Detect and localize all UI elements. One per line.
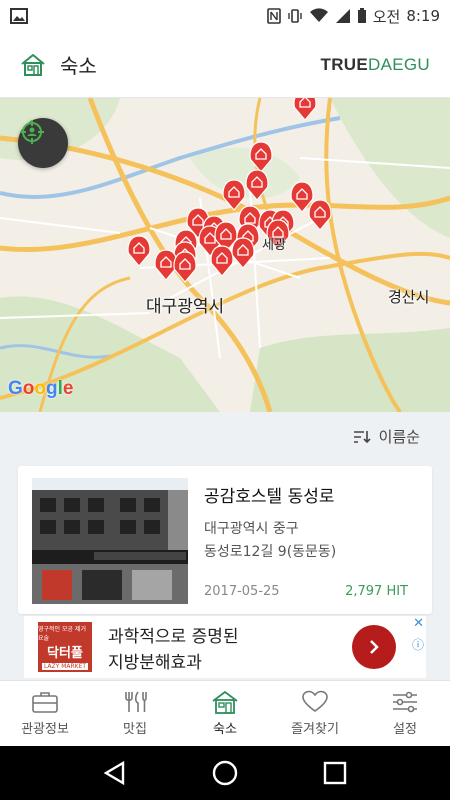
fork-knife-icon bbox=[125, 691, 147, 712]
nav-label: 관광정보 bbox=[21, 722, 69, 737]
map-marker[interactable] bbox=[245, 169, 269, 201]
status-ampm: 오전 bbox=[372, 7, 401, 26]
map-label-gyeongsan: 경산시 bbox=[388, 288, 430, 306]
google-letter: o bbox=[22, 378, 35, 399]
status-bar: 오전 8:19 bbox=[0, 0, 450, 32]
google-logo: Google bbox=[8, 378, 73, 400]
battery-icon bbox=[357, 8, 366, 23]
ad-open-button[interactable] bbox=[352, 625, 396, 669]
bottom-nav: 관광정보 맛집 숙소 즐겨찾기 설정 bbox=[0, 680, 450, 746]
ad-close-icon[interactable]: ✕ bbox=[413, 616, 424, 631]
listing-card[interactable]: 공감호스텔 동성로 대구광역시 중구 동성로12길 9(동문동) 2017-05… bbox=[18, 466, 432, 614]
listing-title: 공감호스텔 동성로 bbox=[204, 487, 335, 507]
nfc-icon bbox=[266, 8, 281, 24]
listing-thumbnail bbox=[32, 478, 188, 604]
ad-line1: 과학적으로 증명된 bbox=[108, 627, 239, 647]
map-marker[interactable] bbox=[308, 199, 332, 231]
listing-hits: 2,797 HIT bbox=[345, 584, 408, 599]
listing-address-line1: 대구광역시 중구 bbox=[204, 521, 299, 537]
sort-control[interactable]: 이름순 bbox=[353, 426, 420, 447]
recents-icon[interactable] bbox=[322, 760, 348, 786]
nav-item-tourism[interactable]: 관광정보 bbox=[0, 681, 90, 746]
sort-icon bbox=[353, 430, 371, 443]
map-marker[interactable] bbox=[127, 235, 151, 267]
app-bar: 숙소 TRUEDAEGU bbox=[0, 32, 450, 98]
nav-item-settings[interactable]: 설정 bbox=[360, 681, 450, 746]
map-marker[interactable] bbox=[231, 237, 255, 269]
map-marker[interactable] bbox=[210, 245, 234, 277]
listing-address-line2: 동성로12길 9(동문동) bbox=[204, 544, 337, 560]
nav-label: 설정 bbox=[393, 722, 417, 737]
map-marker[interactable] bbox=[173, 251, 197, 283]
map-marker[interactable] bbox=[222, 179, 246, 211]
google-letter: e bbox=[62, 378, 74, 399]
nav-label: 숙소 bbox=[213, 722, 237, 737]
map-marker[interactable] bbox=[293, 98, 317, 121]
back-icon[interactable] bbox=[102, 760, 128, 786]
google-letter: g bbox=[46, 378, 58, 399]
nav-item-restaurants[interactable]: 맛집 bbox=[90, 681, 180, 746]
brand-logo: TRUEDAEGU bbox=[321, 55, 430, 75]
wifi-icon bbox=[309, 8, 328, 22]
suitcase-icon bbox=[32, 692, 58, 713]
ad-logo-sub: LAZY MARKET bbox=[41, 663, 89, 670]
gallery-icon bbox=[10, 8, 28, 24]
map-view[interactable]: 대구광역시 경산시 세광 Google bbox=[0, 98, 450, 412]
sliders-icon bbox=[393, 691, 417, 713]
house-icon[interactable] bbox=[20, 53, 46, 77]
map-label-partial: 세광 bbox=[262, 238, 286, 253]
ad-banner[interactable]: 영구적인 모공 제거 요술 닥터풀 LAZY MARKET 과학적으로 증명된 … bbox=[24, 616, 426, 678]
system-nav-bar bbox=[0, 746, 450, 800]
ad-line2: 지방분해효과 bbox=[108, 653, 202, 673]
heart-icon bbox=[302, 690, 328, 712]
nav-label: 맛집 bbox=[123, 722, 147, 737]
home-icon[interactable] bbox=[211, 759, 239, 787]
crosshair-icon bbox=[20, 120, 44, 144]
chevron-right-icon bbox=[370, 640, 379, 654]
nav-item-favorites[interactable]: 즐겨찾기 bbox=[270, 681, 360, 746]
nav-item-lodging[interactable]: 숙소 bbox=[180, 681, 270, 746]
signal-icon bbox=[335, 9, 350, 23]
map-label-city: 대구광역시 bbox=[146, 297, 225, 317]
sort-label: 이름순 bbox=[378, 428, 420, 446]
google-letter: o bbox=[34, 378, 46, 399]
app-screen: 오전 8:19 숙소 TRUEDAEGU 대구광역시 경산시 세광 Google… bbox=[0, 0, 450, 800]
ad-logo-name: 닥터풀 bbox=[47, 646, 83, 661]
page-title: 숙소 bbox=[60, 54, 97, 78]
listing-date: 2017-05-25 bbox=[204, 584, 280, 599]
vibrate-icon bbox=[288, 9, 302, 23]
my-location-button[interactable] bbox=[18, 118, 68, 168]
brand-part1: TRUE bbox=[320, 54, 369, 74]
house-icon bbox=[212, 690, 238, 714]
status-time: 8:19 bbox=[406, 7, 440, 25]
ad-logo-top: 영구적인 모공 제거 요술 bbox=[38, 626, 86, 642]
ad-logo: 영구적인 모공 제거 요술 닥터풀 LAZY MARKET bbox=[38, 622, 92, 672]
google-letter: G bbox=[8, 378, 23, 399]
ad-info-icon[interactable]: ⓘ bbox=[412, 636, 424, 653]
brand-part2: DAEGU bbox=[368, 54, 430, 74]
map-marker[interactable] bbox=[249, 141, 273, 173]
nav-label: 즐겨찾기 bbox=[291, 722, 339, 737]
